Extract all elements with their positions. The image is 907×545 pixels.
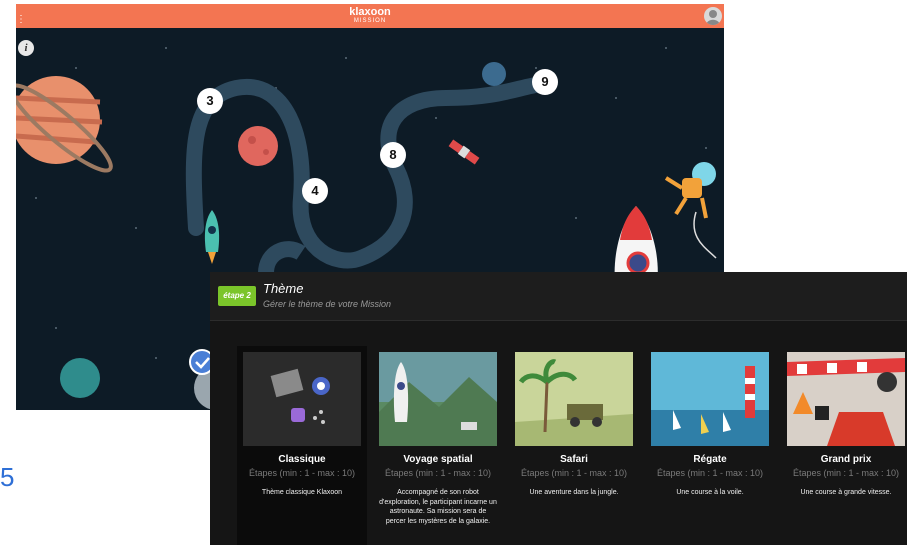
theme-thumbnail <box>515 352 633 446</box>
theme-steps: Étapes (min : 1 - max : 10) <box>520 468 628 478</box>
red-planet <box>238 126 278 166</box>
theme-name: Régate <box>693 454 727 465</box>
theme-name: Safari <box>560 454 588 465</box>
step-marker[interactable]: 8 <box>380 142 406 168</box>
theme-card-classique[interactable]: Classique Étapes (min : 1 - max : 10) Th… <box>237 346 367 545</box>
satellite-icon <box>448 139 480 165</box>
saturn-planet <box>16 76 113 173</box>
brand-logo: klaxoon <box>349 6 391 18</box>
avatar[interactable] <box>704 7 722 25</box>
step-marker[interactable]: 9 <box>532 69 558 95</box>
theme-steps: Étapes (min : 1 - max : 10) <box>384 468 492 478</box>
theme-description: Une aventure dans la jungle. <box>529 489 619 496</box>
theme-name: Classique <box>278 454 326 465</box>
theme-steps: Étapes (min : 1 - max : 10) <box>656 468 764 478</box>
astronaut <box>664 162 717 259</box>
theme-thumbnail <box>787 352 905 446</box>
theme-card-safari[interactable]: Safari Étapes (min : 1 - max : 10) Une a… <box>509 346 639 545</box>
theme-steps: Étapes (min : 1 - max : 10) <box>792 468 900 478</box>
theme-panel: étape 2 Thème Gérer le thème de votre Mi… <box>210 272 907 545</box>
teal-planet <box>60 358 100 398</box>
theme-thumbnail <box>379 352 497 446</box>
step-marker[interactable]: 4 <box>302 178 328 204</box>
blue-planet <box>482 62 506 86</box>
brand-subtitle: MISSION <box>353 18 387 24</box>
small-rocket <box>204 210 220 264</box>
theme-thumbnail <box>651 352 769 446</box>
panel-header: étape 2 Thème Gérer le thème de votre Mi… <box>210 272 907 321</box>
step-badge: étape 2 <box>218 286 256 306</box>
theme-description: Thème classique Klaxoon <box>261 489 343 496</box>
step-marker[interactable]: 3 <box>197 88 223 114</box>
page-number: 5 <box>0 462 15 492</box>
theme-card-grand-prix[interactable]: Grand prix Étapes (min : 1 - max : 10) U… <box>781 346 907 545</box>
theme-card-voyage-spatial[interactable]: Voyage spatial Étapes (min : 1 - max : 1… <box>373 346 503 545</box>
panel-title: Thème <box>263 281 304 296</box>
theme-card-regate[interactable]: Régate Étapes (min : 1 - max : 10) Une c… <box>645 346 775 545</box>
theme-steps: Étapes (min : 1 - max : 10) <box>248 468 356 478</box>
panel-subtitle: Gérer le thème de votre Mission <box>263 299 392 309</box>
info-icon[interactable]: i <box>18 40 34 56</box>
theme-description: Une course à grande vitesse. <box>800 489 892 496</box>
theme-name: Voyage spatial <box>403 454 473 465</box>
theme-name: Grand prix <box>820 454 872 465</box>
theme-thumbnail <box>243 352 361 446</box>
app-header: ⋮ klaxoon MISSION <box>16 4 724 28</box>
theme-description: Accompagné de son robot d'exploration, l… <box>379 489 497 525</box>
theme-description: Une course à la voile. <box>676 489 744 496</box>
